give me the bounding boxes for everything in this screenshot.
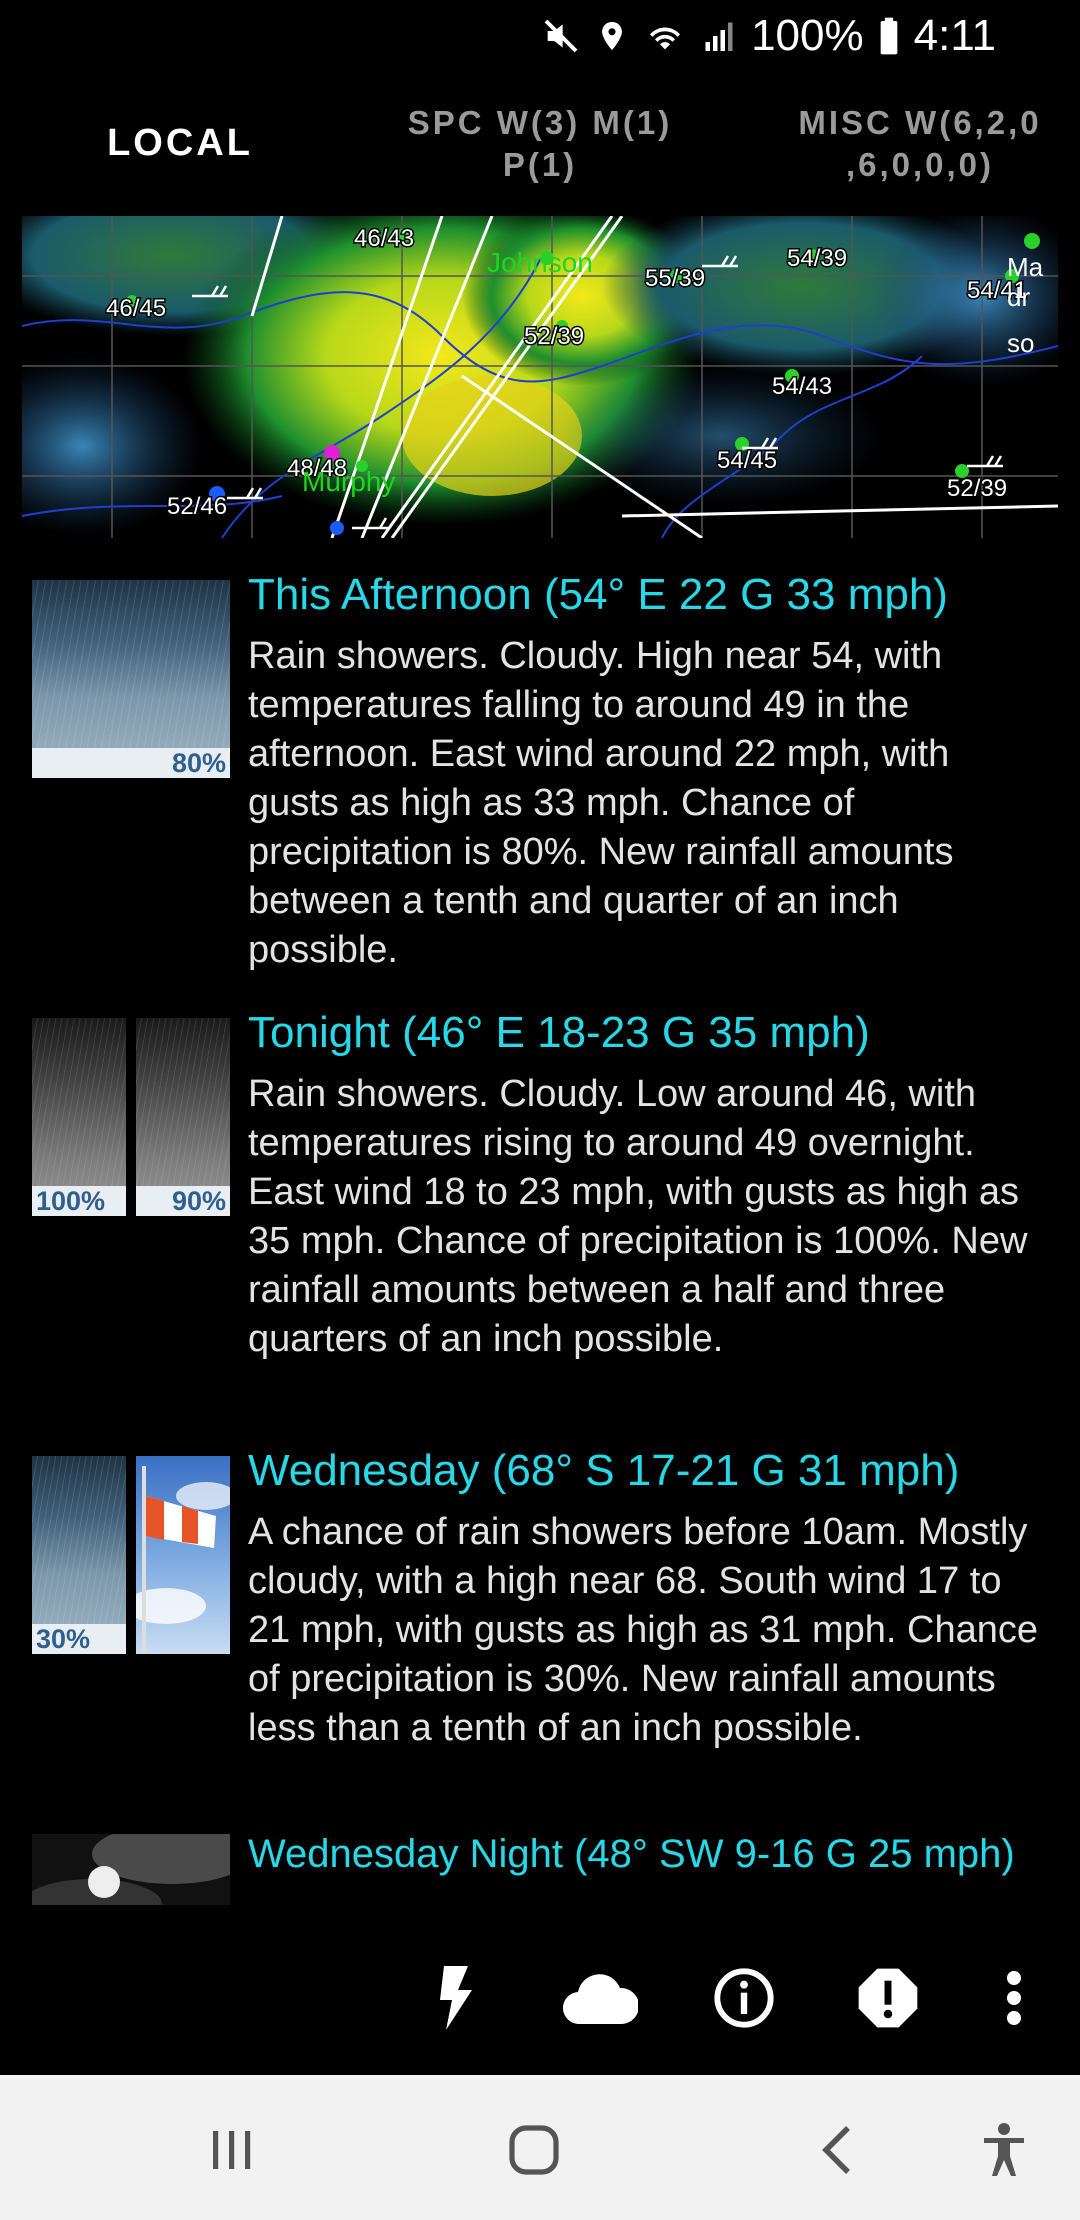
lightning-icon[interactable] bbox=[416, 1958, 496, 2038]
precip-percent: 100% bbox=[32, 1186, 126, 1216]
station-label: 46/45 bbox=[106, 295, 166, 322]
night-rain-icon: 90% bbox=[136, 1018, 230, 1216]
station-label: 54/45 bbox=[717, 447, 777, 474]
station-label: 54/39 bbox=[787, 245, 847, 272]
station-label: 55/39 bbox=[645, 265, 705, 292]
forecast-list[interactable]: 80% This Afternoon (54° E 22 G 33 mph) R… bbox=[0, 560, 1080, 1905]
station-label: 52/39 bbox=[947, 475, 1007, 502]
night-moon-clouds-icon bbox=[32, 1834, 230, 1905]
station-label: 52/46 bbox=[167, 493, 227, 520]
radar-map[interactable]: 46/43 55/39 54/39 54/41 46/45 52/39 54/4… bbox=[22, 216, 1058, 538]
rain-showers-icon: 30% bbox=[32, 1456, 126, 1654]
alert-icon[interactable] bbox=[848, 1958, 928, 2038]
mute-icon bbox=[541, 16, 581, 56]
back-icon[interactable] bbox=[798, 2115, 878, 2185]
station-label: 52/39 bbox=[524, 323, 584, 350]
status-bar: 100% 4:11 bbox=[0, 0, 1080, 70]
precip-percent: 90% bbox=[136, 1186, 230, 1216]
forecast-icons: 80% bbox=[32, 580, 230, 778]
forecast-description: A chance of rain showers before 10am. Mo… bbox=[248, 1511, 1039, 1749]
precip-percent: 80% bbox=[32, 748, 230, 778]
forecast-icons bbox=[32, 1834, 230, 1905]
signal-icon bbox=[701, 16, 737, 56]
forecast-title: Wednesday (68° S 17-21 G 31 mph) bbox=[248, 1446, 960, 1495]
rain-showers-icon: 80% bbox=[32, 580, 230, 778]
system-nav-bar bbox=[0, 2075, 1080, 2220]
home-icon[interactable] bbox=[494, 2115, 574, 2185]
windsock-icon bbox=[136, 1456, 230, 1654]
tab-spc[interactable]: SPC W(3) M(1) P(1) bbox=[380, 102, 700, 186]
forecast-description: Rain showers. Cloudy. Low around 46, wit… bbox=[248, 1073, 1028, 1360]
cloud-icon[interactable] bbox=[560, 1958, 640, 2038]
recent-apps-icon[interactable] bbox=[192, 2115, 272, 2185]
town-label: Murphy bbox=[302, 466, 395, 497]
accessibility-icon[interactable] bbox=[964, 2115, 1044, 2185]
tab-bar: LOCAL SPC W(3) M(1) P(1) MISC W(6,2,0 ,6… bbox=[0, 92, 1080, 202]
bottom-toolbar bbox=[0, 1920, 1080, 2070]
station-label: 54/43 bbox=[772, 373, 832, 400]
precip-percent: 30% bbox=[32, 1624, 126, 1654]
town-label: dr bbox=[1007, 282, 1030, 312]
more-vert-icon[interactable] bbox=[974, 1958, 1054, 2038]
wifi-icon bbox=[643, 16, 687, 56]
battery-percent: 100% bbox=[751, 11, 864, 60]
battery-icon bbox=[878, 16, 900, 56]
forecast-icons: 30% bbox=[32, 1456, 230, 1654]
clock: 4:11 bbox=[913, 11, 996, 60]
tab-misc[interactable]: MISC W(6,2,0 ,6,0,0,0) bbox=[770, 102, 1070, 186]
tab-local[interactable]: LOCAL bbox=[60, 122, 300, 164]
forecast-description: Rain showers. Cloudy. High near 54, with… bbox=[248, 635, 954, 971]
station-label: 46/43 bbox=[354, 225, 414, 252]
town-label: so bbox=[1007, 328, 1034, 358]
forecast-title: Wednesday Night (48° SW 9-16 G 25 mph) bbox=[248, 1832, 1015, 1876]
town-label: Johnson bbox=[487, 247, 593, 278]
location-icon bbox=[595, 16, 629, 56]
town-label: Ma bbox=[1007, 252, 1044, 282]
forecast-icons: 100% 90% bbox=[32, 1018, 230, 1216]
forecast-title: This Afternoon (54° E 22 G 33 mph) bbox=[248, 570, 948, 619]
night-rain-icon: 100% bbox=[32, 1018, 126, 1216]
forecast-title: Tonight (46° E 18-23 G 35 mph) bbox=[248, 1008, 870, 1057]
info-icon[interactable] bbox=[704, 1958, 784, 2038]
